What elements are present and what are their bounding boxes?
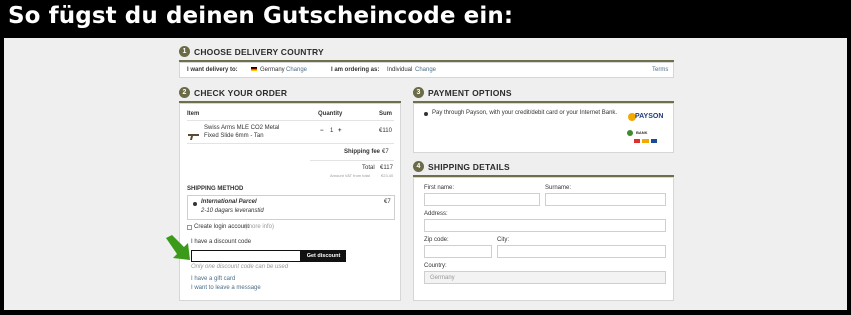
terms-link[interactable]: Terms	[652, 67, 668, 73]
shipping-method-title: SHIPPING METHOD	[187, 186, 244, 192]
section-payment-header: 3 PAYMENT OPTIONS	[413, 85, 512, 100]
bank-logo-text: BANK	[636, 130, 648, 135]
payment-option-text: Pay through Payson, with your credit/deb…	[432, 110, 618, 116]
section-shipping-header: 4 SHIPPING DETAILS	[413, 159, 510, 174]
change-country-link[interactable]: Change	[286, 67, 307, 73]
deliver-label: I want delivery to:	[187, 67, 238, 73]
section-order-header: 2 CHECK YOUR ORDER	[179, 85, 287, 100]
method-price: €7	[384, 199, 391, 205]
country-label: Country:	[424, 263, 447, 269]
qty-decrease-button[interactable]: −	[320, 128, 324, 134]
shipping-fee-label: Shipping fee	[344, 149, 380, 155]
delivery-country: Germany	[260, 67, 285, 73]
payson-logo-text: PAYSON	[635, 113, 664, 120]
green-arrow-icon	[164, 234, 194, 264]
section-title: CHECK YOUR ORDER	[194, 87, 288, 98]
total-value: €117	[380, 165, 393, 171]
step-number: 3	[413, 87, 424, 98]
vat-note-value: €23.40	[381, 173, 394, 178]
discount-code-input[interactable]	[191, 250, 301, 262]
divider	[187, 120, 394, 121]
step-number: 4	[413, 161, 424, 172]
discount-hint: Only one discount code can be used	[191, 264, 289, 270]
column-sum: Sum	[379, 111, 393, 117]
section-title: CHOOSE DELIVERY COUNTRY	[194, 46, 324, 57]
first-name-input[interactable]	[424, 193, 540, 206]
shipping-fee-value: €7	[382, 149, 389, 155]
payson-logo: PAYSON BANK	[624, 109, 668, 145]
method-name: International Parcel	[201, 199, 257, 205]
column-item: Item	[187, 111, 200, 117]
divider	[187, 143, 394, 144]
address-label: Address:	[424, 211, 448, 217]
surname-input[interactable]	[545, 193, 666, 206]
qty-value: 1	[330, 128, 334, 134]
product-name-line2: Fixed Slide 6mm - Tan	[204, 133, 264, 139]
get-discount-button[interactable]: Get discount	[301, 250, 346, 262]
germany-flag-icon	[251, 67, 257, 71]
change-customer-type-link[interactable]: Change	[415, 67, 436, 73]
product-thumbnail	[188, 128, 200, 140]
product-name-line1: Swiss Arms MLE CO2 Metal	[204, 125, 280, 131]
country-value: Germany	[430, 275, 455, 281]
ordering-value: Individual	[387, 67, 413, 73]
section-title: PAYMENT OPTIONS	[428, 87, 512, 98]
total-label: Total	[362, 165, 375, 171]
banner-title: So fügst du deinen Gutscheincode ein:	[8, 3, 514, 29]
payment-panel: Pay through Payson, with your credit/deb…	[413, 103, 674, 153]
gift-card-link[interactable]: I have a gift card	[191, 276, 235, 282]
step-number: 1	[179, 46, 190, 57]
section-title: SHIPPING DETAILS	[428, 161, 510, 172]
method-days: 2-10 dagars leveranstid	[201, 208, 264, 214]
radio-selected-icon	[193, 202, 197, 206]
zip-code-label: Zip code:	[424, 237, 449, 243]
qty-increase-button[interactable]: +	[338, 128, 342, 134]
leave-message-link[interactable]: I want to leave a message	[191, 285, 261, 291]
discount-code-label: I have a discount code	[191, 239, 252, 245]
address-input[interactable]	[424, 219, 666, 232]
first-name-label: First name:	[424, 185, 455, 191]
zip-code-input[interactable]	[424, 245, 492, 258]
banner: So fügst du deinen Gutscheincode ein:	[0, 0, 851, 38]
shipping-details-panel: First name: Surname: Address: Zip code: …	[413, 177, 674, 301]
more-info-link[interactable]: (more info)	[245, 224, 274, 230]
radio-selected-icon[interactable]	[424, 112, 428, 116]
create-account-checkbox[interactable]	[187, 225, 192, 230]
country-input: Germany	[424, 271, 666, 284]
create-account-label: Create login account	[194, 224, 250, 230]
column-quantity: Quantity	[318, 111, 343, 117]
surname-label: Surname:	[545, 185, 572, 191]
ordering-label: I am ordering as:	[331, 67, 380, 73]
order-panel: Item Quantity Sum Swiss Arms MLE CO2 Met…	[179, 103, 401, 301]
product-sum: €110	[379, 128, 392, 134]
section-delivery-header: 1 CHOOSE DELIVERY COUNTRY	[179, 44, 324, 59]
city-input[interactable]	[497, 245, 666, 258]
vat-note-label: Amount VAT from total	[330, 173, 370, 178]
shipping-method-option[interactable]: International Parcel 2-10 dagars leveran…	[187, 195, 395, 220]
city-label: City:	[497, 237, 509, 243]
checkout-canvas: 1 CHOOSE DELIVERY COUNTRY I want deliver…	[4, 38, 847, 310]
step-number: 2	[179, 87, 190, 98]
divider	[310, 160, 394, 161]
delivery-bar: I want delivery to: Germany Change I am …	[179, 62, 674, 78]
